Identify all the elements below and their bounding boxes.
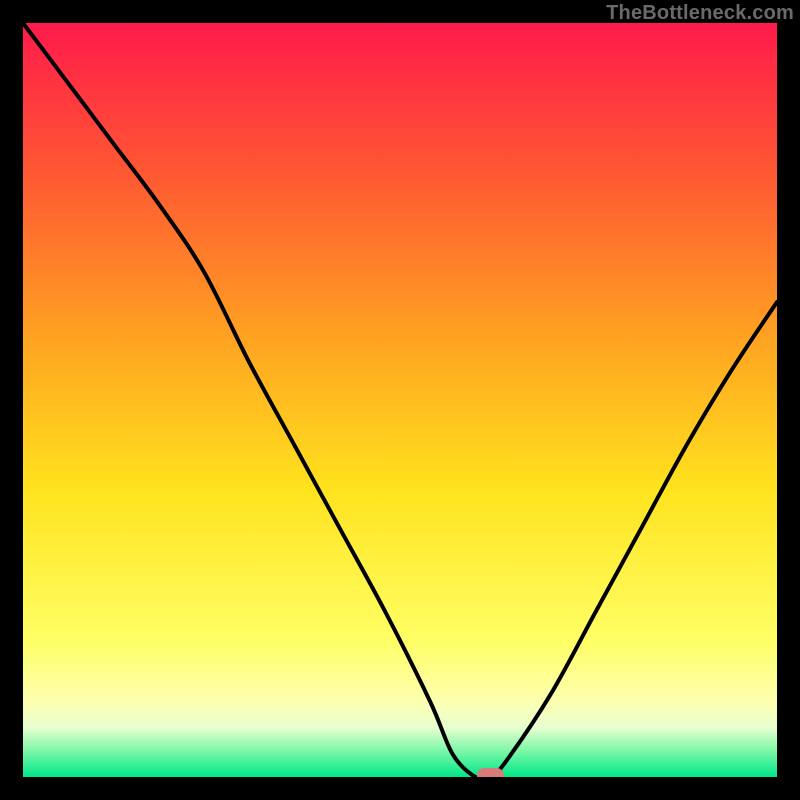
watermark-text: TheBottleneck.com [606, 2, 794, 25]
chart-frame: TheBottleneck.com [0, 0, 800, 800]
plot-area [23, 23, 777, 777]
optimal-marker [477, 769, 503, 778]
bottleneck-chart [23, 23, 777, 777]
gradient-background [23, 23, 777, 777]
